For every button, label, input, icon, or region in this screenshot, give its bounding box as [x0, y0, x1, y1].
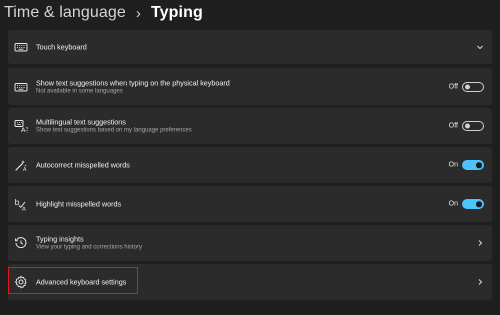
- multilingual-setting: A字 Multilingual text suggestions Show te…: [8, 108, 492, 144]
- text-suggestions-toggle[interactable]: [462, 81, 484, 92]
- touch-keyboard-label: Touch keyboard: [36, 42, 87, 52]
- page-title: Typing: [150, 4, 203, 21]
- history-icon: [14, 236, 28, 250]
- text-suggestions-label: Show text suggestions when typing on the…: [36, 78, 230, 87]
- autocorrect-state: On: [448, 161, 458, 169]
- typing-insights-label: Typing insights: [36, 234, 84, 244]
- autocorrect-toggle[interactable]: [462, 160, 484, 170]
- spellcheck-icon: bA: [14, 197, 28, 211]
- multilingual-sublabel: Show text suggestions based on my langua…: [36, 127, 192, 134]
- breadcrumb-time-language[interactable]: Time & language: [4, 4, 126, 22]
- highlight-label: Highlight misspelled words: [36, 199, 122, 209]
- highlight-toggle[interactable]: [462, 199, 484, 209]
- touch-keyboard-setting[interactable]: Touch keyboard: [8, 30, 492, 64]
- typing-insights-sublabel: View your typing and corrections history: [36, 244, 142, 251]
- page-header: Time & language › Typing: [4, 0, 203, 26]
- svg-text:A字: A字: [21, 125, 28, 133]
- autocorrect-label: Autocorrect misspelled words: [36, 160, 130, 170]
- text-suggestions-sublabel: Not available in some languages: [36, 88, 123, 94]
- typing-insights-setting[interactable]: Typing insights View your typing and cor…: [8, 225, 492, 261]
- text-suggestions-setting: Show text suggestions when typing on the…: [8, 68, 492, 105]
- keyboard-suggestions-icon: [14, 80, 28, 94]
- autocorrect-setting: A Autocorrect misspelled words On: [8, 147, 492, 183]
- breadcrumb-separator: ›: [135, 4, 141, 22]
- multilingual-state: Off: [448, 122, 458, 130]
- highlight-setting: bA Highlight misspelled words On: [8, 186, 492, 222]
- multilingual-icon: A字: [14, 119, 28, 133]
- autocorrect-icon: A: [14, 158, 28, 172]
- chevron-down-icon[interactable]: [476, 43, 484, 51]
- highlight-annotation-box: [8, 267, 138, 294]
- svg-text:A: A: [22, 207, 26, 212]
- text-suggestions-state: Off: [448, 83, 458, 90]
- multilingual-label: Multilingual text suggestions: [36, 117, 126, 127]
- multilingual-toggle[interactable]: [462, 121, 484, 131]
- chevron-right-icon: [476, 278, 484, 286]
- svg-text:b: b: [15, 198, 20, 207]
- keyboard-icon: [14, 40, 28, 54]
- svg-text:A: A: [23, 167, 27, 172]
- chevron-right-icon: [476, 239, 484, 247]
- highlight-state: On: [448, 200, 458, 208]
